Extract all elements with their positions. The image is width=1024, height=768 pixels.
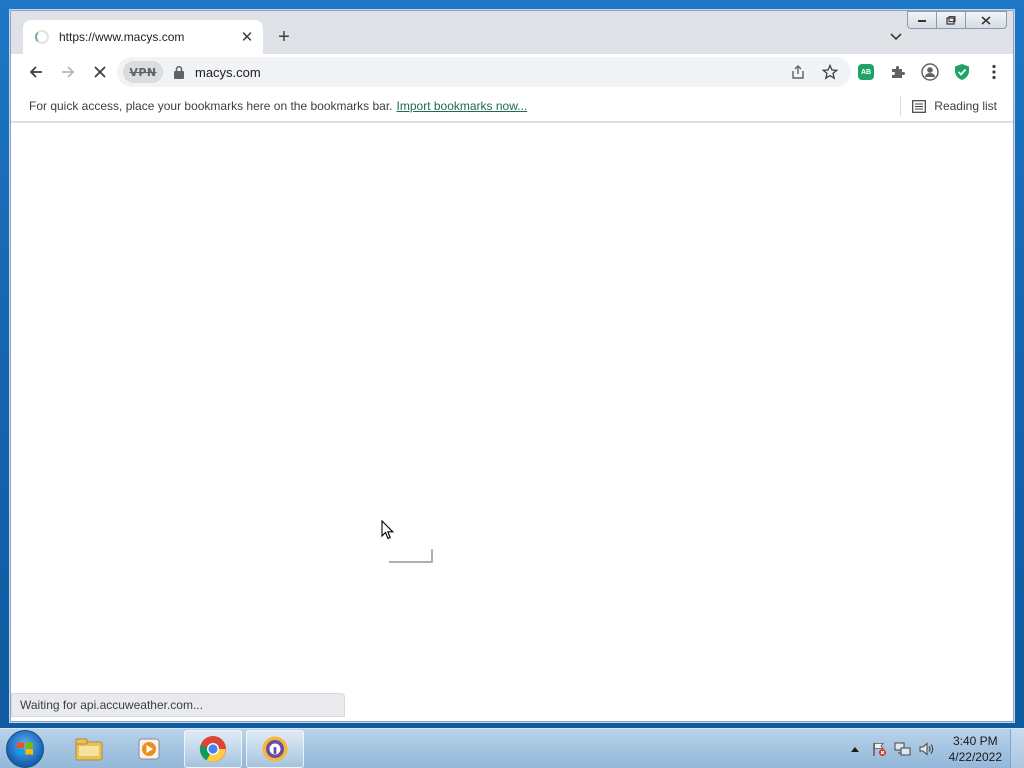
browser-toolbar: VPN macys.com AB xyxy=(11,54,1013,90)
action-center-flag-icon[interactable] xyxy=(869,739,889,759)
adblock-badge: AB xyxy=(858,64,874,80)
tab-strip: https://www.macys.com ✕ + xyxy=(11,11,1013,54)
taskbar: 3:40 PM 4/22/2022 xyxy=(0,728,1024,768)
minimize-button[interactable] xyxy=(907,11,937,29)
new-tab-button[interactable]: + xyxy=(273,26,295,48)
network-icon[interactable] xyxy=(893,739,913,759)
tab-close-icon[interactable]: ✕ xyxy=(237,27,257,47)
import-bookmarks-link[interactable]: Import bookmarks now... xyxy=(397,99,528,113)
security-shield-icon[interactable] xyxy=(949,59,975,85)
lock-icon[interactable] xyxy=(173,65,185,79)
bookmarks-bar-message: For quick access, place your bookmarks h… xyxy=(29,98,393,113)
menu-kebab-icon[interactable] xyxy=(981,59,1007,85)
taskbar-explorer[interactable] xyxy=(60,730,118,768)
start-button[interactable] xyxy=(6,730,44,768)
url-text[interactable]: macys.com xyxy=(195,65,779,80)
render-artifact xyxy=(389,549,433,563)
browser-tab[interactable]: https://www.macys.com ✕ xyxy=(23,20,263,54)
chrome-icon xyxy=(199,736,226,762)
reading-list-button[interactable]: Reading list xyxy=(912,90,997,122)
address-bar[interactable]: VPN macys.com xyxy=(117,57,851,87)
back-arrow-icon[interactable] xyxy=(23,59,49,85)
volume-speaker-icon[interactable] xyxy=(917,739,937,759)
bookmarks-separator xyxy=(900,96,901,116)
loading-spinner-icon xyxy=(35,30,49,44)
restore-button[interactable] xyxy=(936,11,966,29)
bookmark-star-icon[interactable] xyxy=(817,59,843,85)
profile-avatar-icon[interactable] xyxy=(917,59,943,85)
bookmarks-bar: For quick access, place your bookmarks h… xyxy=(11,90,1013,122)
reading-list-label: Reading list xyxy=(934,99,997,113)
taskbar-clock[interactable]: 3:40 PM 4/22/2022 xyxy=(949,733,1002,765)
show-hidden-icons-arrow-icon[interactable] xyxy=(845,739,865,759)
chrome-window: https://www.macys.com ✕ + VPN macys.com … xyxy=(10,10,1014,722)
status-bubble: Waiting for api.accuweather.com... xyxy=(11,693,345,717)
folder-icon xyxy=(75,738,103,761)
reading-list-icon xyxy=(912,99,927,113)
windows-logo-icon xyxy=(17,742,33,755)
stop-loading-icon[interactable] xyxy=(87,59,113,85)
taskbar-chrome[interactable] xyxy=(184,730,242,768)
mouse-pointer-icon xyxy=(381,520,395,540)
taskbar-vpn-client[interactable] xyxy=(246,730,304,768)
share-icon[interactable] xyxy=(785,59,811,85)
forward-arrow-icon[interactable] xyxy=(55,59,81,85)
adblock-extension-icon[interactable]: AB xyxy=(853,59,879,85)
page-content[interactable]: Waiting for api.accuweather.com... xyxy=(11,123,1013,721)
clock-time: 3:40 PM xyxy=(952,734,998,748)
vpn-badge[interactable]: VPN xyxy=(123,61,163,83)
media-player-icon xyxy=(138,738,160,760)
vpn-label: VPN xyxy=(129,65,157,79)
vpn-client-icon xyxy=(262,736,288,762)
tab-title: https://www.macys.com xyxy=(59,30,185,44)
show-desktop-button[interactable] xyxy=(1010,729,1024,768)
close-window-button[interactable] xyxy=(965,11,1007,29)
extensions-puzzle-icon[interactable] xyxy=(885,59,911,85)
clock-date: 4/22/2022 xyxy=(948,750,1002,764)
tab-search-chevron-icon[interactable] xyxy=(887,28,905,46)
taskbar-media-player[interactable] xyxy=(120,730,178,768)
window-caption-buttons xyxy=(907,11,1007,29)
system-tray: 3:40 PM 4/22/2022 xyxy=(841,729,1002,768)
